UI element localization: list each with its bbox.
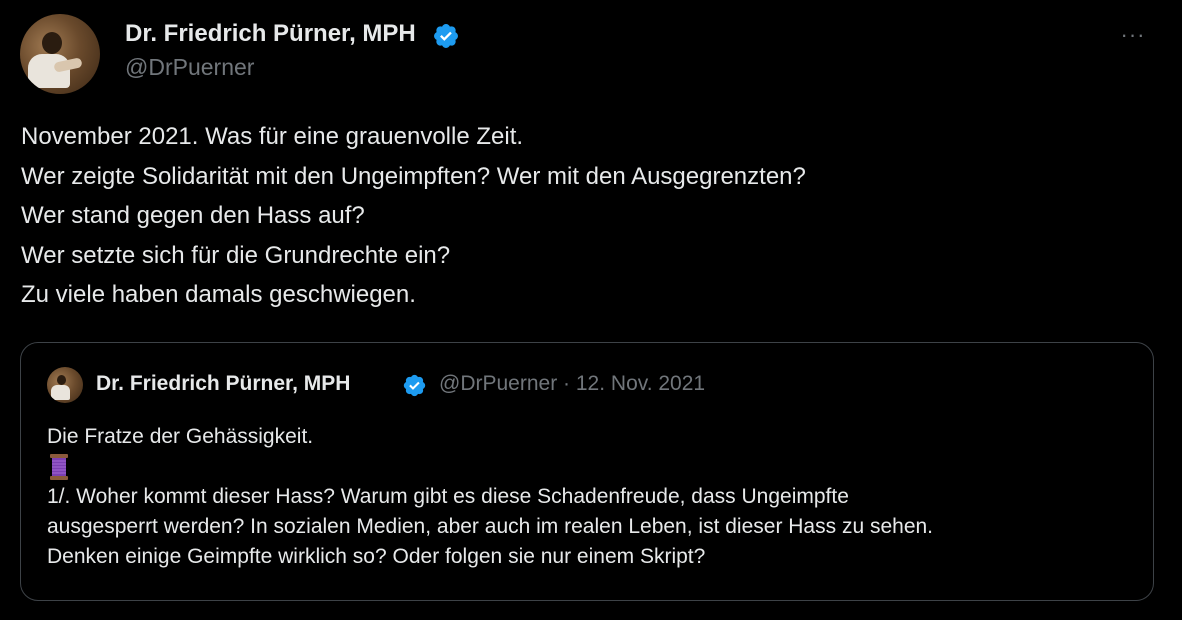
meta-separator: · xyxy=(563,372,571,395)
author-handle[interactable]: @DrPuerner xyxy=(125,54,254,81)
more-options-button[interactable]: ··· xyxy=(1118,24,1148,54)
quoted-meta: @DrPuerner · 12. Nov. 2021 xyxy=(439,372,705,396)
tweet-text: November 2021. Was für eine grauenvolle … xyxy=(21,117,1141,315)
thread-spool-icon xyxy=(50,454,68,480)
more-horizontal-icon: ··· xyxy=(1120,22,1146,47)
quoted-text-line: Denken einige Geimpfte wirklich so? Oder… xyxy=(47,545,706,568)
author-avatar[interactable] xyxy=(20,14,100,94)
avatar-figure-body xyxy=(51,385,70,400)
quoted-text-line: Die Fratze der Gehässigkeit. xyxy=(47,425,314,448)
quoted-text-line: 1/. Woher kommt dieser Hass? Warum gibt … xyxy=(47,485,849,508)
quoted-author-avatar xyxy=(47,367,83,403)
quoted-tweet-card[interactable]: Dr. Friedrich Pürner, MPH @DrPuerner · 1… xyxy=(20,342,1154,601)
tweet-text-line: November 2021. Was für eine grauenvolle … xyxy=(21,123,524,150)
quoted-tweet-text: Die Fratze der Gehässigkeit. 1/. Woher k… xyxy=(47,422,1137,572)
quoted-author-handle: @DrPuerner xyxy=(439,372,558,395)
verified-badge-icon[interactable] xyxy=(432,22,460,50)
tweet-text-line: Zu viele haben damals geschwiegen. xyxy=(21,281,416,308)
author-name[interactable]: Dr. Friedrich Pürner, MPH xyxy=(125,20,416,48)
tweet-text-line: Wer stand gegen den Hass auf? xyxy=(21,202,365,229)
tweet-text-line: Wer setzte sich für die Grundrechte ein? xyxy=(21,241,451,269)
avatar-figure-head xyxy=(42,32,62,54)
avatar-figure-head xyxy=(57,375,66,385)
tweet-text-line: Wer zeigte Solidarität mit den Ungeimpft… xyxy=(21,162,806,190)
tweet: Dr. Friedrich Pürner, MPH @DrPuerner ···… xyxy=(0,0,1182,620)
verified-badge-icon xyxy=(403,374,426,397)
quoted-date: 12. Nov. 2021 xyxy=(575,372,706,395)
quoted-author-name: Dr. Friedrich Pürner, MPH xyxy=(96,372,351,395)
quoted-text-line: ausgesperrt werden? In sozialen Medien, … xyxy=(47,515,934,538)
